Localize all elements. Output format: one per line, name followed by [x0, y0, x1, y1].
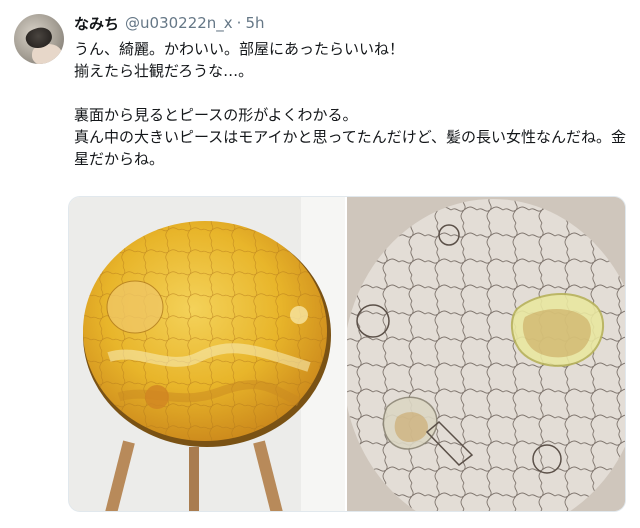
- tweet-line: 裏面から見るとピースの形がよくわかる。: [74, 106, 358, 124]
- tweet-line: 揃えたら壮観だろうな…。: [74, 62, 254, 80]
- timestamp[interactable]: 5h: [245, 14, 264, 32]
- separator-dot: ·: [236, 14, 242, 32]
- puzzle-front-photo[interactable]: [69, 197, 345, 511]
- venus-puzzle-front-illustration: [69, 197, 345, 511]
- display-name[interactable]: なみち: [74, 13, 119, 34]
- tweet-line: 真ん中の大きいピースはモアイかと思ってたんだけど、髪の長い女性なんだね。金星だか…: [74, 128, 627, 168]
- media-grid: [68, 196, 626, 512]
- tweet[interactable]: なみち @u030222n_x · 5h うん、綺麗。かわいい。部屋にあったらい…: [0, 0, 640, 528]
- venus-puzzle-back-illustration: [347, 197, 625, 511]
- tweet-line: うん、綺麗。かわいい。部屋にあったらいいね！: [74, 40, 405, 58]
- tweet-header: なみち @u030222n_x · 5h: [74, 12, 265, 34]
- tweet-text: うん、綺麗。かわいい。部屋にあったらいいね！ 揃えたら壮観だろうな…。 裏面から…: [74, 38, 634, 170]
- puzzle-back-photo[interactable]: [347, 197, 625, 511]
- avatar[interactable]: [14, 14, 64, 64]
- user-handle[interactable]: @u030222n_x: [125, 14, 233, 32]
